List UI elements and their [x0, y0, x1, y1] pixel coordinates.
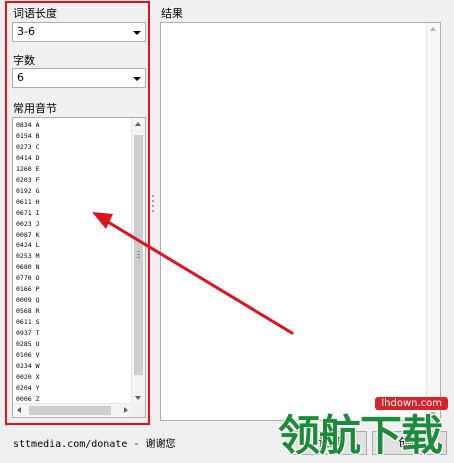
donate-link[interactable]: sttmedia.com/donate - 谢谢您 — [13, 435, 175, 450]
watermark-brand: 领航下载 — [278, 411, 443, 460]
watermark-logo: lhdown.com 领航下载 — [276, 394, 454, 460]
annotation-arrow — [92, 212, 294, 335]
